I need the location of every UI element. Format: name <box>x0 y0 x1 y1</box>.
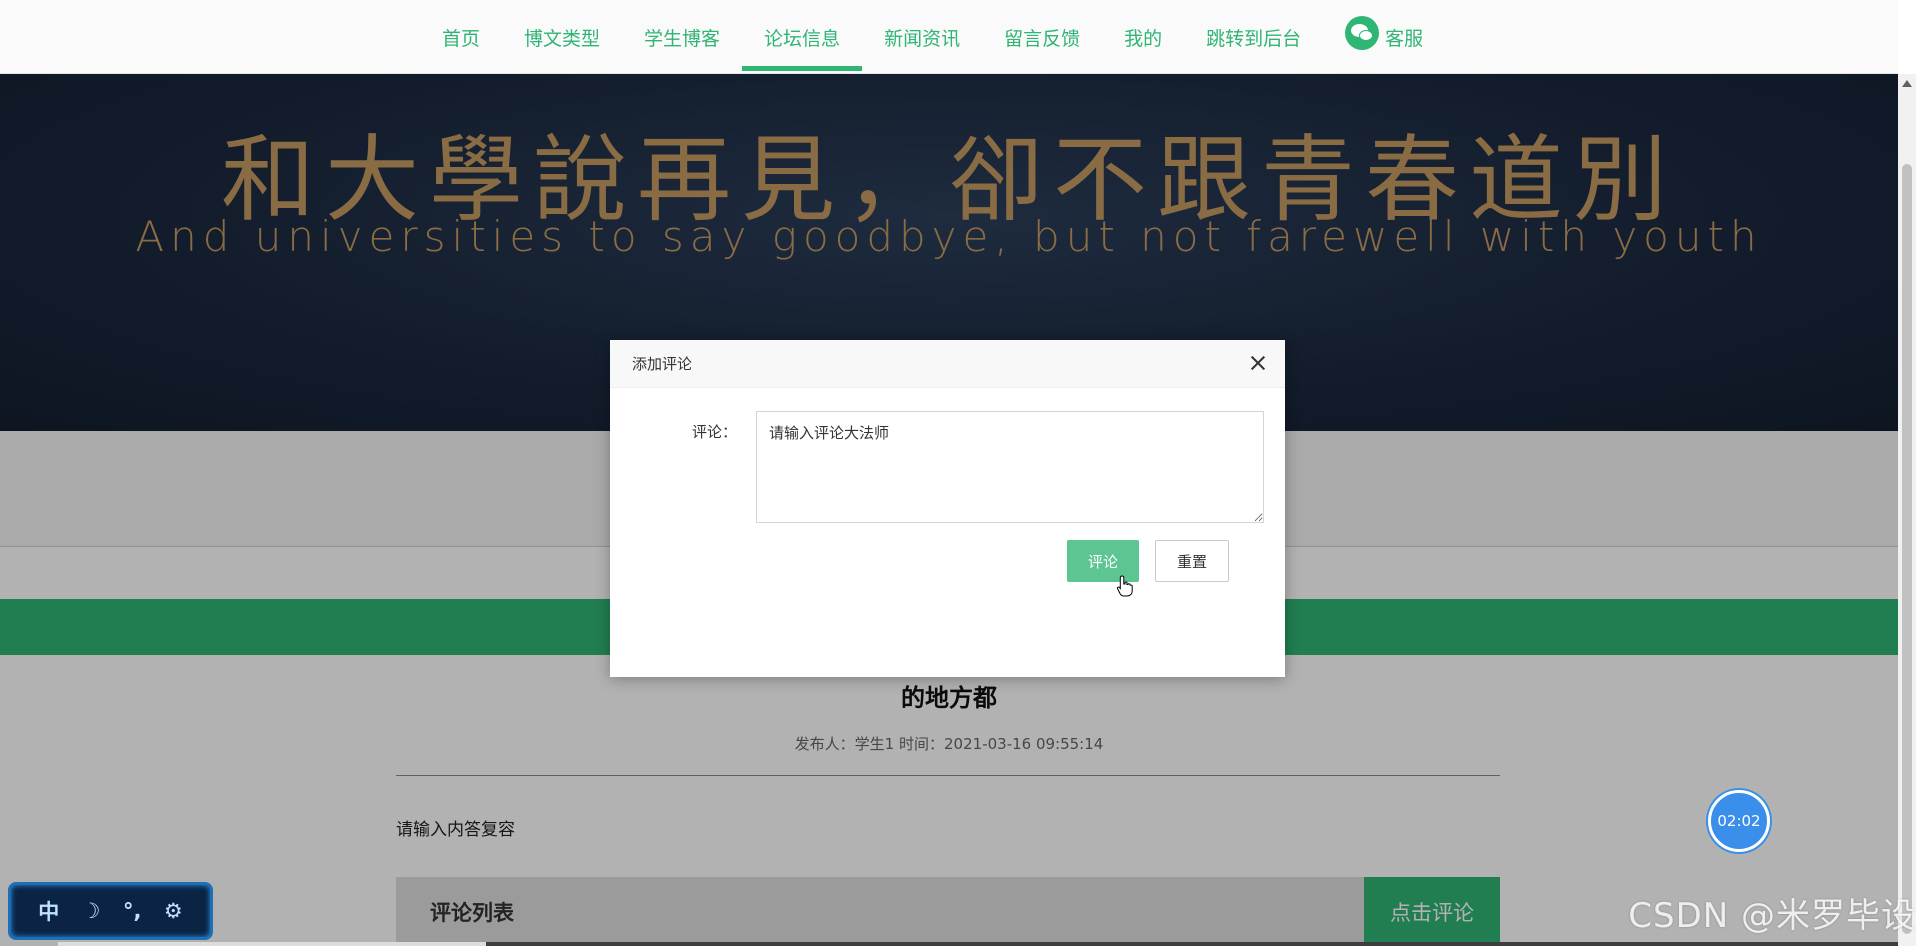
punctuation-icon[interactable]: °, <box>123 899 141 923</box>
ime-mode-toggle[interactable]: 中 <box>38 896 59 926</box>
reset-button[interactable]: 重置 <box>1155 540 1229 582</box>
ime-toolbar[interactable]: 中 ☽ °, ⚙ <box>8 882 213 940</box>
timer-badge[interactable]: 02:02 <box>1708 790 1770 852</box>
nav-item-student-blogs[interactable]: 学生博客 <box>622 0 742 74</box>
taskbar-strip <box>486 942 1898 946</box>
comment-field-label: 评论： <box>692 423 738 441</box>
scroll-thumb[interactable] <box>1902 164 1912 934</box>
nav-item-customer-service[interactable]: 客服 <box>1323 0 1445 74</box>
add-comment-dialog: 添加评论 评论： 请输入评论大法师 评论 重置 <box>610 340 1285 677</box>
hand-cursor-icon <box>1116 575 1133 597</box>
watermark: CSDN @米罗毕设 <box>1628 896 1916 936</box>
nav-item-blog-types[interactable]: 博文类型 <box>502 0 622 74</box>
comment-textarea[interactable]: 请输入评论大法师 <box>756 411 1264 523</box>
customer-service-label: 客服 <box>1385 27 1424 50</box>
scroll-up-arrow-icon[interactable] <box>1902 80 1912 87</box>
top-navigation: 首页 博文类型 学生博客 论坛信息 新闻资讯 留言反馈 我的 跳转到后台 客服 <box>0 0 1898 74</box>
nav-list: 首页 博文类型 学生博客 论坛信息 新闻资讯 留言反馈 我的 跳转到后台 客服 <box>420 0 1445 74</box>
nav-item-home[interactable]: 首页 <box>420 0 502 74</box>
close-icon[interactable] <box>1247 352 1269 374</box>
nav-item-admin[interactable]: 跳转到后台 <box>1184 0 1323 74</box>
dialog-header: 添加评论 <box>610 340 1285 388</box>
wechat-icon <box>1345 16 1380 50</box>
taskbar-strip-left <box>58 942 486 946</box>
moon-icon[interactable]: ☽ <box>82 899 101 923</box>
nav-item-mine[interactable]: 我的 <box>1102 0 1184 74</box>
page-scrollbar[interactable] <box>1898 74 1916 946</box>
gear-icon[interactable]: ⚙ <box>164 899 183 923</box>
nav-item-feedback[interactable]: 留言反馈 <box>982 0 1102 74</box>
dialog-title: 添加评论 <box>632 355 693 373</box>
nav-item-news[interactable]: 新闻资讯 <box>862 0 982 74</box>
nav-item-forum[interactable]: 论坛信息 <box>742 0 863 74</box>
